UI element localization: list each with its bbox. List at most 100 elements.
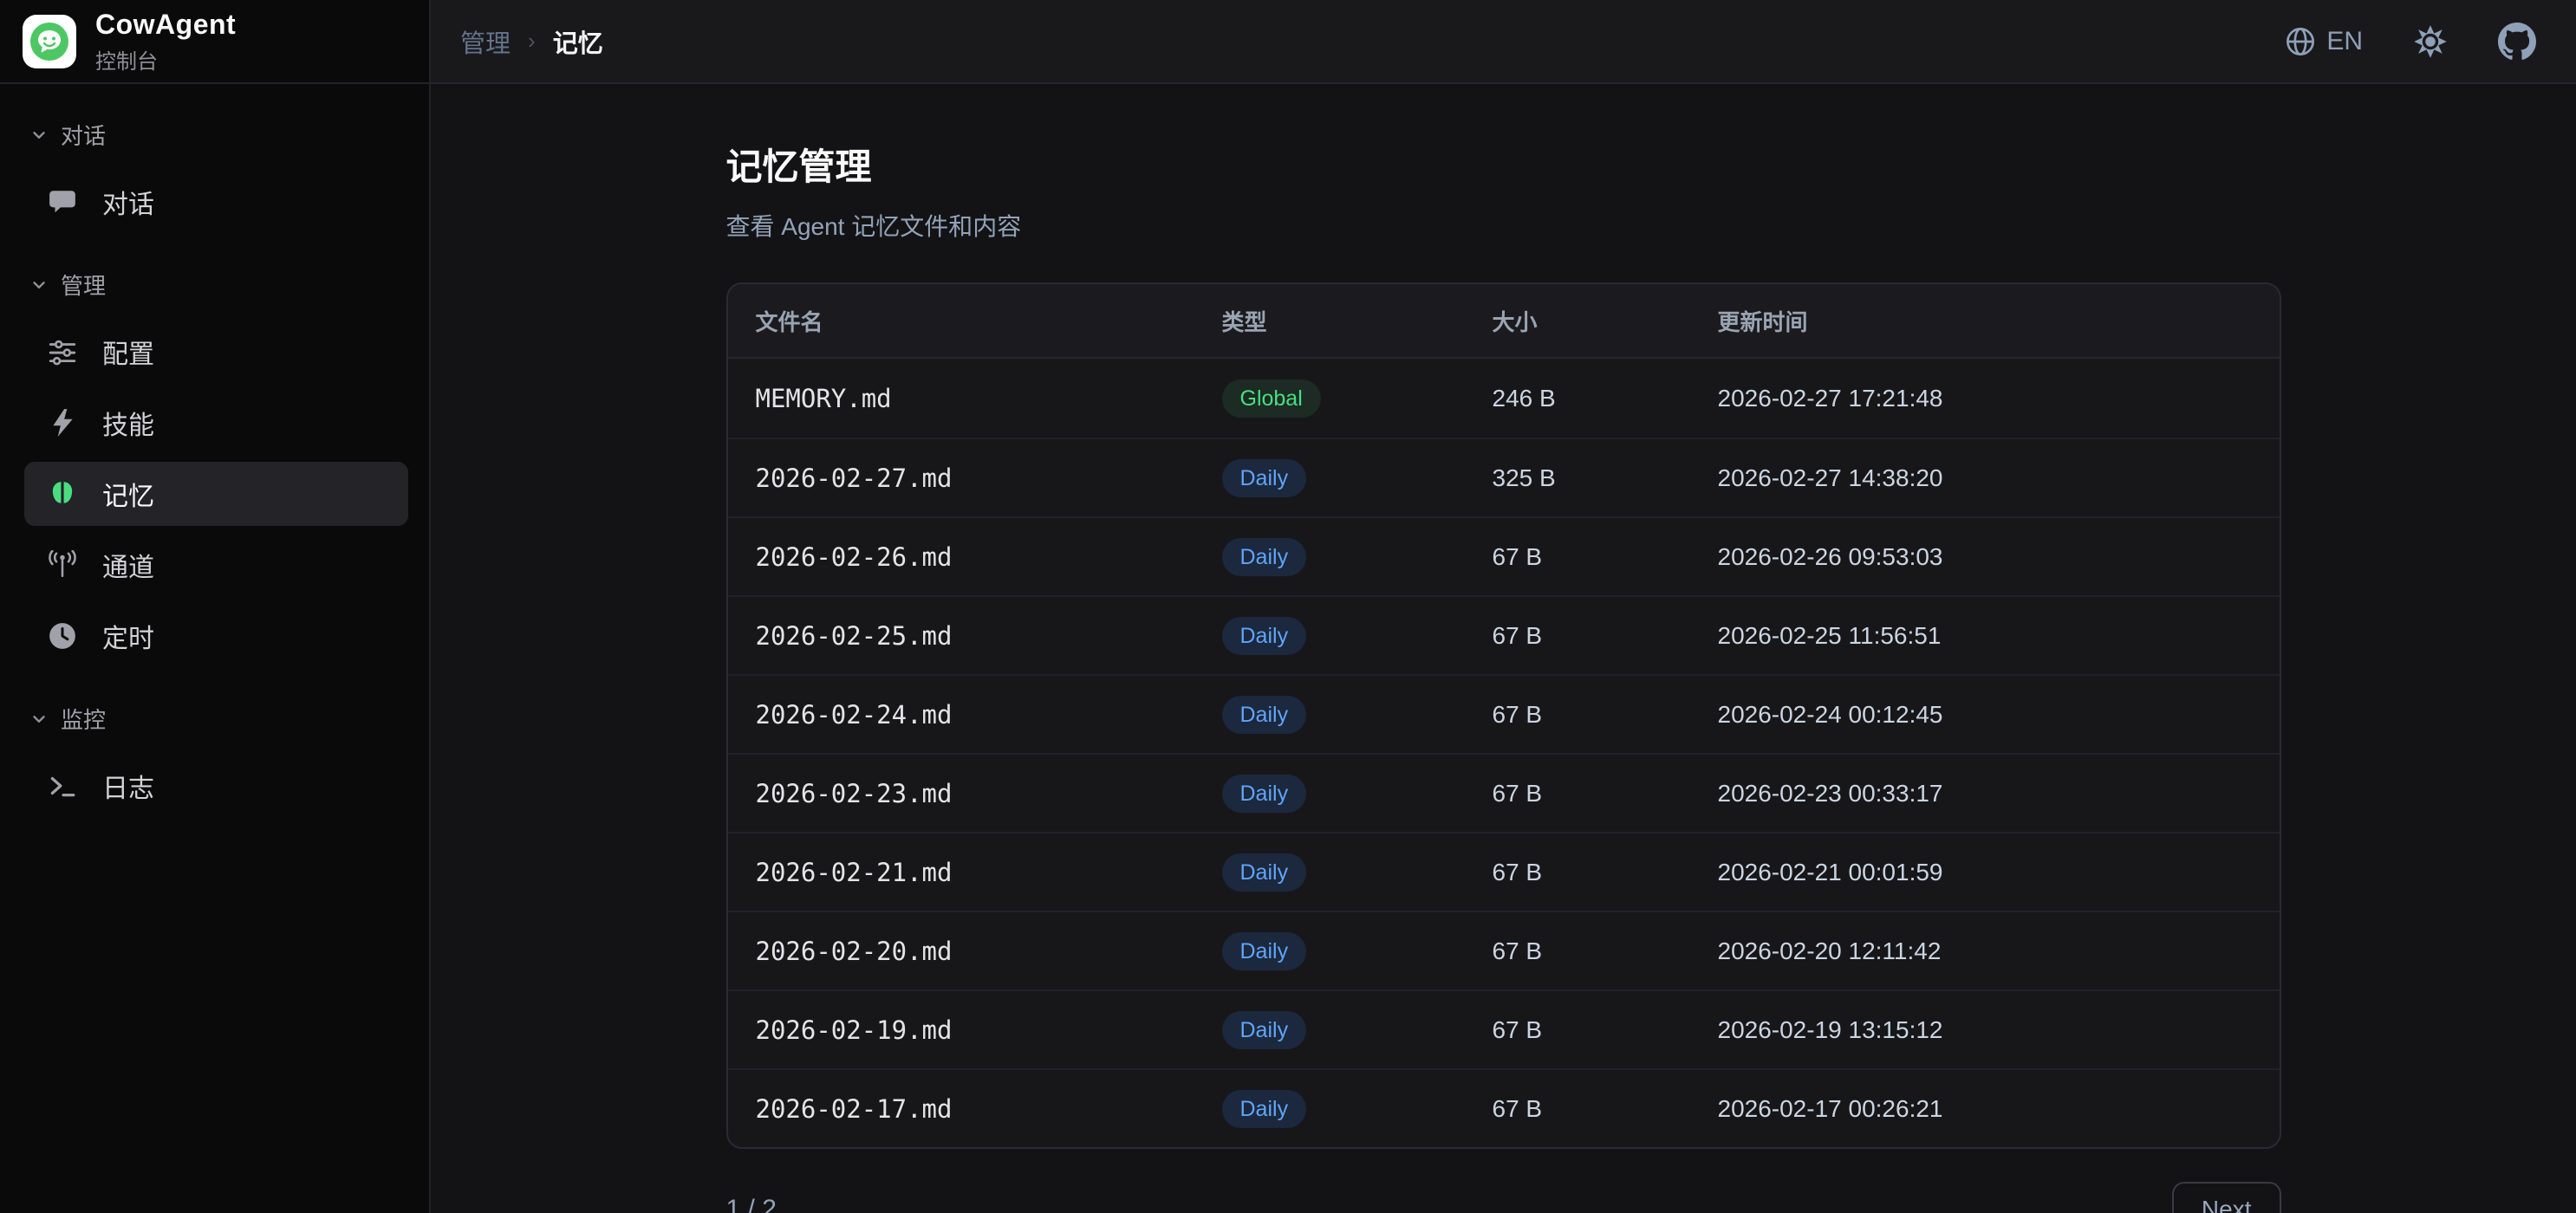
- col-filename: 文件名: [756, 305, 1222, 337]
- sidebar-item-memory[interactable]: 记忆: [24, 462, 408, 526]
- nav-section-monitoring[interactable]: 监控: [0, 691, 429, 747]
- cell-type: Daily: [1222, 775, 1493, 813]
- cell-type: Daily: [1222, 1011, 1493, 1049]
- cell-type: Daily: [1222, 932, 1493, 970]
- table-row[interactable]: 2026-02-25.md Daily 67 B 2026-02-25 11:5…: [728, 595, 2280, 674]
- cell-filename: MEMORY.md: [756, 384, 1222, 413]
- sidebar-item-channels[interactable]: 通道: [24, 533, 408, 597]
- table-row[interactable]: 2026-02-19.md Daily 67 B 2026-02-19 13:1…: [728, 989, 2280, 1068]
- cell-filename: 2026-02-17.md: [756, 1094, 1222, 1124]
- nav-section-management[interactable]: 管理: [0, 256, 429, 313]
- theme-toggle-button[interactable]: [2413, 24, 2448, 59]
- breadcrumb-separator-icon: ›: [528, 28, 536, 55]
- breadcrumb: 管理 › 记忆: [460, 23, 603, 60]
- cell-filename: 2026-02-20.md: [756, 937, 1222, 966]
- sidebar-item-conversation[interactable]: 对话: [24, 170, 408, 234]
- table-row[interactable]: 2026-02-27.md Daily 325 B 2026-02-27 14:…: [728, 438, 2280, 516]
- sidebar-item-scheduler[interactable]: 定时: [24, 604, 408, 668]
- cell-size: 67 B: [1493, 543, 1718, 571]
- bolt-icon: [47, 408, 78, 438]
- cell-filename: 2026-02-25.md: [756, 621, 1222, 651]
- cell-filename: 2026-02-19.md: [756, 1015, 1222, 1045]
- col-size: 大小: [1493, 305, 1718, 337]
- clock-icon: [47, 621, 78, 651]
- sidebar-item-label: 技能: [102, 404, 154, 442]
- cell-size: 67 B: [1493, 1016, 1718, 1044]
- cell-filename: 2026-02-26.md: [756, 542, 1222, 572]
- cell-updated: 2026-02-19 13:15:12: [1718, 1016, 2252, 1044]
- sidebar: CowAgent 控制台 对话 对话 管理: [0, 0, 431, 1213]
- page-subtitle: 查看 Agent 记忆文件和内容: [726, 208, 2281, 243]
- globe-icon: [2285, 26, 2316, 57]
- nav-section-conversation[interactable]: 对话: [0, 107, 429, 163]
- next-page-button[interactable]: Next: [2172, 1182, 2281, 1213]
- type-badge: Daily: [1222, 617, 1307, 655]
- table-row[interactable]: 2026-02-21.md Daily 67 B 2026-02-21 00:0…: [728, 832, 2280, 911]
- type-badge: Daily: [1222, 1011, 1307, 1049]
- chat-icon: [47, 187, 78, 217]
- sun-icon: [2413, 24, 2448, 59]
- breadcrumb-root[interactable]: 管理: [460, 23, 511, 60]
- cell-size: 67 B: [1493, 780, 1718, 808]
- table-row[interactable]: 2026-02-24.md Daily 67 B 2026-02-24 00:1…: [728, 674, 2280, 753]
- type-badge: Daily: [1222, 1090, 1307, 1128]
- sidebar-item-label: 日志: [102, 767, 154, 805]
- type-badge: Global: [1222, 379, 1321, 418]
- cell-updated: 2026-02-27 14:38:20: [1718, 464, 2252, 492]
- cell-updated: 2026-02-20 12:11:42: [1718, 937, 2252, 965]
- breadcrumb-current: 记忆: [553, 23, 603, 60]
- terminal-icon: [47, 771, 78, 801]
- brain-icon: [47, 479, 78, 509]
- cell-updated: 2026-02-24 00:12:45: [1718, 701, 2252, 729]
- sidebar-item-config[interactable]: 配置: [24, 320, 408, 384]
- chevron-down-icon: [29, 710, 49, 729]
- cell-filename: 2026-02-27.md: [756, 464, 1222, 493]
- cell-filename: 2026-02-21.md: [756, 858, 1222, 887]
- cell-updated: 2026-02-25 11:56:51: [1718, 622, 2252, 650]
- sidebar-item-label: 配置: [102, 333, 154, 371]
- app-logo-icon: [23, 15, 76, 68]
- topbar: 管理 › 记忆 EN: [431, 0, 2576, 84]
- sidebar-item-logs[interactable]: 日志: [24, 754, 408, 818]
- cell-updated: 2026-02-27 17:21:48: [1718, 385, 2252, 412]
- sliders-icon: [47, 337, 78, 366]
- table-row[interactable]: 2026-02-23.md Daily 67 B 2026-02-23 00:3…: [728, 753, 2280, 832]
- cell-type: Daily: [1222, 696, 1493, 734]
- table-header: 文件名 类型 大小 更新时间: [728, 284, 2280, 359]
- sidebar-item-label: 定时: [102, 617, 154, 655]
- cell-size: 67 B: [1493, 937, 1718, 965]
- cell-size: 246 B: [1493, 385, 1718, 412]
- memory-files-table: 文件名 类型 大小 更新时间 MEMORY.md Global 246 B 20…: [726, 282, 2281, 1149]
- type-badge: Daily: [1222, 696, 1307, 734]
- table-row[interactable]: 2026-02-20.md Daily 67 B 2026-02-20 12:1…: [728, 911, 2280, 989]
- sidebar-item-skills[interactable]: 技能: [24, 391, 408, 455]
- cell-updated: 2026-02-17 00:26:21: [1718, 1095, 2252, 1123]
- cell-updated: 2026-02-26 09:53:03: [1718, 543, 2252, 571]
- app-subtitle: 控制台: [95, 44, 236, 75]
- table-row[interactable]: 2026-02-26.md Daily 67 B 2026-02-26 09:5…: [728, 516, 2280, 595]
- cell-size: 325 B: [1493, 464, 1718, 492]
- sidebar-item-label: 记忆: [102, 475, 154, 513]
- page-indicator: 1 / 2: [726, 1195, 777, 1213]
- github-link[interactable]: [2498, 23, 2536, 61]
- cell-type: Daily: [1222, 617, 1493, 655]
- col-updated: 更新时间: [1718, 305, 2252, 337]
- type-badge: Daily: [1222, 853, 1307, 892]
- cell-type: Daily: [1222, 538, 1493, 576]
- table-row[interactable]: 2026-02-17.md Daily 67 B 2026-02-17 00:2…: [728, 1068, 2280, 1147]
- chevron-down-icon: [29, 276, 49, 295]
- cell-size: 67 B: [1493, 701, 1718, 729]
- app-name: CowAgent: [95, 9, 236, 41]
- table-body: MEMORY.md Global 246 B 2026-02-27 17:21:…: [728, 359, 2280, 1147]
- cell-size: 67 B: [1493, 859, 1718, 886]
- table-row[interactable]: MEMORY.md Global 246 B 2026-02-27 17:21:…: [728, 359, 2280, 438]
- github-icon: [2498, 23, 2536, 61]
- cell-size: 67 B: [1493, 1095, 1718, 1123]
- language-switcher[interactable]: EN: [2285, 26, 2363, 57]
- sidebar-item-label: 通道: [102, 546, 154, 584]
- sidebar-nav: 对话 对话 管理 配置: [0, 84, 429, 840]
- type-badge: Daily: [1222, 459, 1307, 497]
- page-title: 记忆管理: [726, 138, 2281, 191]
- cell-type: Daily: [1222, 459, 1493, 497]
- main-content: 记忆管理 查看 Agent 记忆文件和内容 文件名 类型 大小 更新时间 MEM…: [431, 84, 2576, 1213]
